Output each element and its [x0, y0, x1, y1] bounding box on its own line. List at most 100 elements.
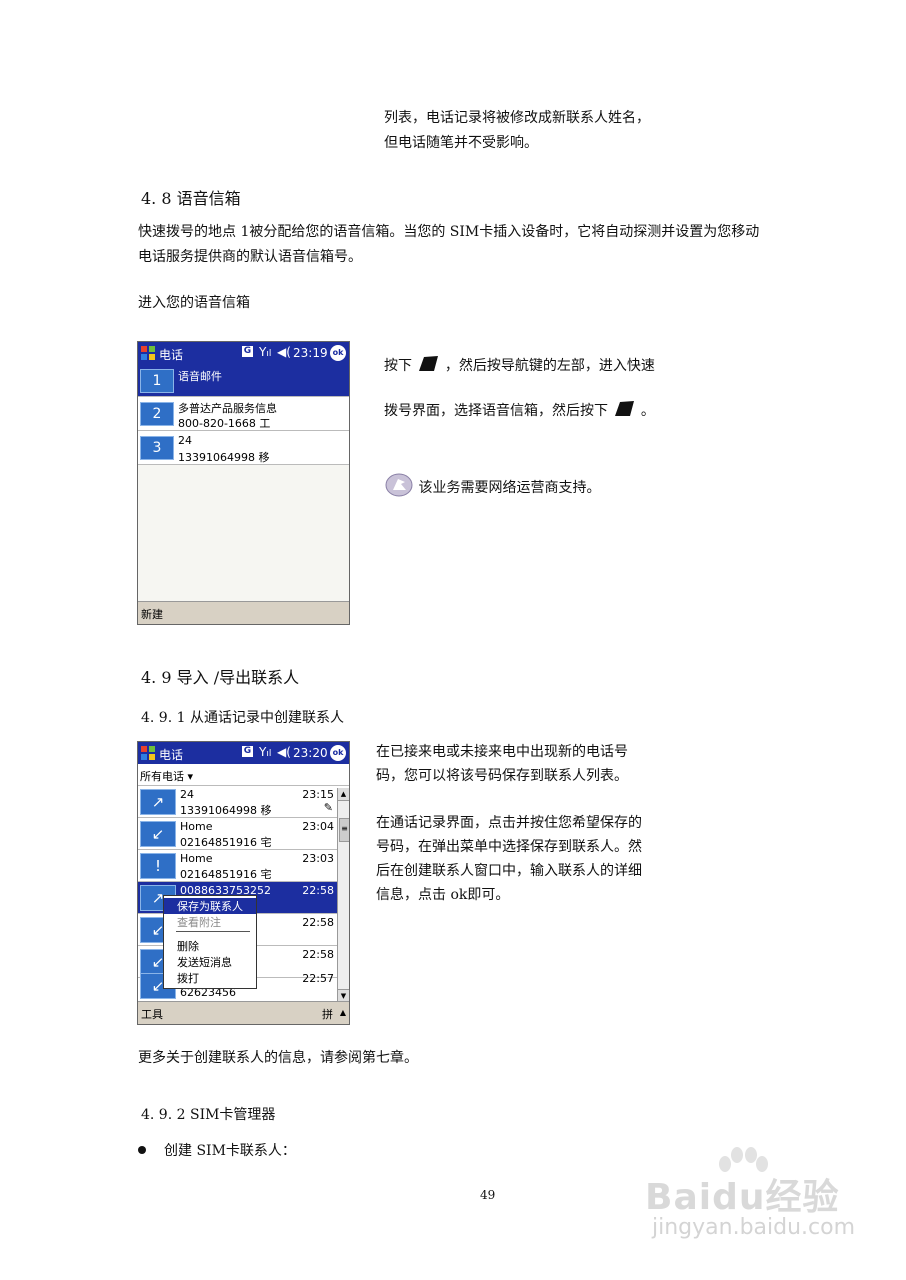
app-title: 电话: [159, 748, 184, 762]
menu-item-delete[interactable]: 删除: [177, 938, 199, 954]
paw-icon: [719, 1147, 768, 1172]
call-filter-dropdown[interactable]: 所有电话 ▾: [138, 765, 349, 786]
call-time: 22:58: [302, 884, 334, 897]
menu-item-view-note: 查看附注: [177, 916, 221, 929]
windows-start-icon[interactable]: [140, 745, 156, 761]
menu-bar: 新建: [138, 601, 349, 624]
note-attached-icon: ✎: [323, 801, 333, 814]
speed-dial-row[interactable]: 2 多普达产品服务信息 800-820-1668 工: [138, 397, 349, 431]
speed-dial-name: 语音邮件: [178, 370, 222, 383]
caller-name: Home: [180, 852, 213, 865]
signal-icon: Yıl: [259, 745, 272, 759]
call-log-row[interactable]: ↙ Home 02164851916 宅 23:04: [138, 818, 337, 850]
steps-para-line-2: 号码，在弹出菜单中选择保存到联系人。然: [376, 839, 642, 855]
speed-dial-number: 1: [140, 369, 174, 393]
title-bar: 电话 G Yıl ◀( 23:19 ok: [138, 342, 349, 364]
speaker-icon[interactable]: ◀(: [277, 745, 291, 759]
steps-para-line-4: 信息，点击 ok即可。: [376, 887, 510, 903]
menu-item-dial[interactable]: 拨打: [177, 970, 199, 986]
caller-name: 24: [180, 788, 194, 801]
instruction-text: 按下: [384, 358, 412, 374]
windows-start-icon[interactable]: [140, 345, 156, 361]
network-note: 该业务需要网络运营商支持。: [384, 472, 600, 501]
menu-bar: 工具 拼 ▲: [138, 1001, 349, 1024]
section-heading-4-8: 4. 8 语音信箱: [141, 189, 241, 208]
new-softkey[interactable]: 新建: [141, 606, 163, 622]
clock[interactable]: 23:20: [293, 746, 328, 760]
voicemail-para-line-2: 电话服务提供商的默认语音信箱号。: [138, 249, 362, 265]
speaker-icon[interactable]: ◀(: [277, 345, 291, 359]
call-log-row[interactable]: ↗ 24 13391064998 移 23:15 ✎: [138, 786, 337, 818]
note-icon: [385, 473, 413, 497]
call-time: 23:15: [302, 788, 334, 801]
speed-dial-name: 24: [178, 434, 192, 447]
voicemail-subheading: 进入您的语音信箱: [138, 295, 250, 311]
call-log-screenshot: 电话 G Yıl ◀( 23:20 ok 所有电话 ▾ ↗ 24 1339106…: [137, 741, 350, 1025]
speed-dial-row[interactable]: 3 24 13391064998 移: [138, 431, 349, 465]
speed-dial-screenshot: 电话 G Yıl ◀( 23:19 ok 1 语音邮件 2 多普达产品服务信息 …: [137, 341, 350, 625]
title-bar: 电话 G Yıl ◀( 23:20 ok: [138, 742, 349, 764]
speed-dial-name: 多普达产品服务信息: [178, 402, 277, 415]
app-title: 电话: [159, 348, 184, 362]
bullet-text: 创建 SIM卡联系人：: [164, 1143, 296, 1159]
outgoing-call-icon: ↗: [140, 789, 176, 815]
tools-softkey[interactable]: 工具: [141, 1006, 163, 1022]
menu-separator: [176, 931, 250, 932]
gprs-icon: G: [242, 346, 253, 357]
page-number: 49: [480, 1188, 496, 1202]
note-line-1: 列表，电话记录将被修改成新联系人姓名，: [384, 110, 650, 126]
caller-name: Home: [180, 820, 213, 833]
input-method-button[interactable]: 拼: [322, 1006, 333, 1022]
speed-dial-phone: 13391064998 移: [178, 451, 270, 464]
instruction-line-1: 按下 ，然后按导航键的左部，进入快速: [384, 354, 655, 379]
scroll-thumb[interactable]: ≡: [339, 818, 349, 842]
menu-item-send-sms[interactable]: 发送短消息: [177, 954, 232, 970]
call-time: 23:03: [302, 852, 334, 865]
save-number-para-line-1: 在已接来电或未接来电中出现新的电话号: [376, 744, 628, 760]
section-heading-4-9: 4. 9 导入 /导出联系人: [141, 668, 300, 687]
incoming-call-icon: ↙: [140, 821, 176, 847]
caller-number: 02164851916 宅: [180, 836, 272, 849]
steps-para-line-3: 后在创建联系人窗口中，输入联系人的详细: [376, 863, 642, 879]
softkey-icon: [615, 401, 635, 416]
missed-call-icon: !: [140, 853, 176, 879]
voicemail-para-line-1: 快速拨号的地点 1被分配给您的语音信箱。当您的 SIM卡插入设备时，它将自动探测…: [138, 224, 760, 240]
caller-number: 13391064998 移: [180, 804, 272, 817]
baidu-watermark-url: jingyan.baidu.com: [652, 1215, 856, 1240]
note-line-2: 但电话随笔并不受影响。: [384, 135, 538, 151]
clock[interactable]: 23:19: [293, 346, 328, 360]
subsection-heading-4-9-1: 4. 9. 1 从通话记录中创建联系人: [141, 710, 344, 726]
speed-dial-number: 3: [140, 436, 174, 460]
speed-dial-phone: 800-820-1668 工: [178, 417, 271, 430]
ok-button[interactable]: ok: [330, 745, 346, 761]
context-menu: 保存为联系人 查看附注 删除 发送短消息 拨打: [163, 895, 257, 989]
empty-list-area: [138, 465, 349, 601]
instruction-text: 。: [640, 403, 655, 419]
softkey-icon: [419, 356, 439, 371]
speed-dial-row[interactable]: 1 语音邮件: [138, 364, 349, 397]
subsection-heading-4-9-2: 4. 9. 2 SIM卡管理器: [141, 1107, 276, 1123]
instruction-text: ，然后按导航键的左部，进入快速: [444, 358, 655, 374]
input-panel-arrow-icon[interactable]: ▲: [340, 1008, 346, 1017]
instruction-line-2: 拨号界面，选择语音信箱，然后按下 。: [384, 399, 655, 424]
call-log-row[interactable]: ! Home 02164851916 宅 23:03: [138, 850, 337, 882]
speed-dial-number: 2: [140, 402, 174, 426]
call-time: 22:58: [302, 948, 334, 961]
filter-label: 所有电话 ▾: [140, 770, 194, 783]
note-text: 该业务需要网络运营商支持。: [418, 480, 601, 496]
bullet-dot: [138, 1146, 146, 1154]
gprs-icon: G: [242, 746, 253, 757]
more-info-text: 更多关于创建联系人的信息，请参阅第七章。: [138, 1050, 418, 1066]
caller-number: 02164851916 宅: [180, 868, 272, 881]
signal-icon: Yıl: [259, 345, 272, 359]
menu-item-save-contact[interactable]: 保存为联系人: [164, 898, 256, 914]
steps-para-line-1: 在通话记录界面，点击并按住您希望保存的: [376, 815, 642, 831]
call-time: 22:58: [302, 916, 334, 929]
bullet-item: 创建 SIM卡联系人：: [138, 1139, 296, 1164]
scrollbar[interactable]: ▲ ≡ ▼: [337, 788, 349, 1002]
ok-button[interactable]: ok: [330, 345, 346, 361]
scroll-up-arrow[interactable]: ▲: [338, 788, 349, 801]
call-time: 22:57: [302, 972, 334, 985]
instruction-text: 拨号界面，选择语音信箱，然后按下: [384, 403, 608, 419]
save-number-para-line-2: 码，您可以将该号码保存到联系人列表。: [376, 768, 628, 784]
